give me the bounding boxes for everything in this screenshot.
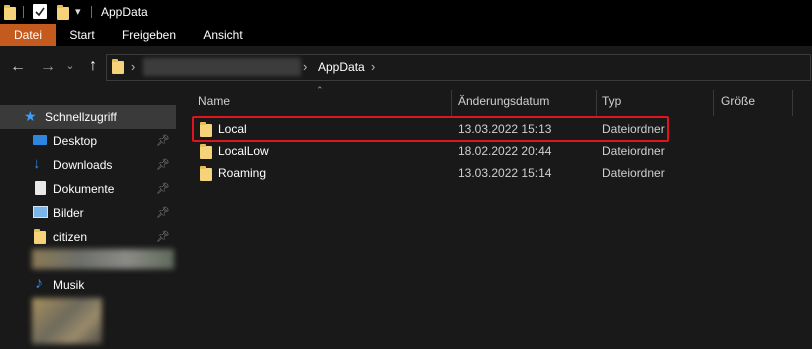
file-date: 18.02.2022 20:44: [458, 144, 552, 158]
tab-ansicht[interactable]: Ansicht: [192, 24, 254, 46]
download-icon: ↓: [33, 155, 41, 172]
sidebar-item-downloads[interactable]: ↓ Downloads 📌︎: [0, 153, 176, 177]
tab-freigeben[interactable]: Freigeben: [112, 24, 186, 46]
music-icon: ♪: [35, 275, 43, 292]
column-header-type[interactable]: Typ: [602, 94, 621, 108]
column-header-date[interactable]: Änderungsdatum: [458, 94, 549, 108]
pin-icon: 📌︎: [156, 183, 170, 195]
column-divider[interactable]: [451, 90, 452, 116]
sidebar-item-schnellzugriff[interactable]: ★ Schnellzugriff: [0, 105, 176, 129]
window-title: AppData: [101, 5, 148, 19]
folder-icon: [200, 144, 212, 159]
folder-icon: [112, 59, 124, 74]
column-divider[interactable]: [792, 90, 793, 116]
pin-icon: 📌︎: [156, 135, 170, 147]
back-button[interactable]: ←: [10, 59, 26, 75]
new-folder-icon[interactable]: [57, 5, 69, 20]
sidebar-item-desktop[interactable]: Desktop 📌︎: [0, 129, 176, 153]
redacted-sidebar-item[interactable]: [32, 249, 174, 269]
separator: [91, 6, 92, 18]
sidebar-item-dokumente[interactable]: Dokumente 📌︎: [0, 177, 176, 201]
column-header-name[interactable]: Name: [198, 94, 230, 108]
file-name: Roaming: [218, 166, 267, 180]
sidebar-item-citizen[interactable]: citizen 📌︎: [0, 225, 176, 249]
desktop-icon: [33, 135, 47, 145]
highlight-annotation: [192, 116, 669, 142]
pictures-icon: [33, 206, 48, 218]
pin-icon: 📌︎: [156, 231, 170, 243]
column-divider[interactable]: [596, 90, 597, 116]
up-button[interactable]: ↑: [85, 58, 101, 74]
recent-locations-button[interactable]: ⌄: [64, 58, 76, 74]
properties-icon[interactable]: [33, 4, 47, 19]
breadcrumb-user-redacted[interactable]: [143, 58, 301, 76]
folder-icon: [34, 229, 46, 244]
sidebar-item-musik[interactable]: ♪ Musik: [0, 273, 176, 297]
star-icon: ★: [24, 108, 37, 124]
breadcrumb-chevron[interactable]: ›: [303, 59, 307, 74]
file-row-locallow[interactable]: LocalLow 18.02.2022 20:44 Dateiordner: [194, 141, 794, 163]
breadcrumb-chevron[interactable]: ›: [131, 59, 135, 74]
sidebar-item-bilder[interactable]: Bilder 📌︎: [0, 201, 176, 225]
file-type: Dateiordner: [602, 166, 665, 180]
tab-start[interactable]: Start: [58, 24, 106, 46]
breadcrumb-current[interactable]: AppData: [318, 60, 365, 74]
column-header-size[interactable]: Größe: [721, 94, 755, 108]
breadcrumb-chevron[interactable]: ›: [371, 59, 375, 74]
file-name: LocalLow: [218, 144, 269, 158]
folder-icon: [4, 5, 16, 20]
file-type: Dateiordner: [602, 144, 665, 158]
sort-ascending-icon: ⌃: [316, 85, 324, 95]
pin-icon: 📌︎: [156, 207, 170, 219]
document-icon: [35, 181, 46, 195]
column-divider[interactable]: [713, 90, 714, 116]
file-row-roaming[interactable]: Roaming 13.03.2022 15:14 Dateiordner: [194, 163, 794, 185]
separator: [23, 6, 24, 18]
quick-access-dropdown-icon[interactable]: ▾: [75, 5, 81, 18]
pin-icon: 📌︎: [156, 159, 170, 171]
file-date: 13.03.2022 15:14: [458, 166, 552, 180]
tab-datei[interactable]: Datei: [0, 24, 56, 46]
redacted-sidebar-item[interactable]: [32, 298, 102, 344]
forward-button[interactable]: →: [40, 59, 56, 75]
folder-icon: [200, 166, 212, 181]
